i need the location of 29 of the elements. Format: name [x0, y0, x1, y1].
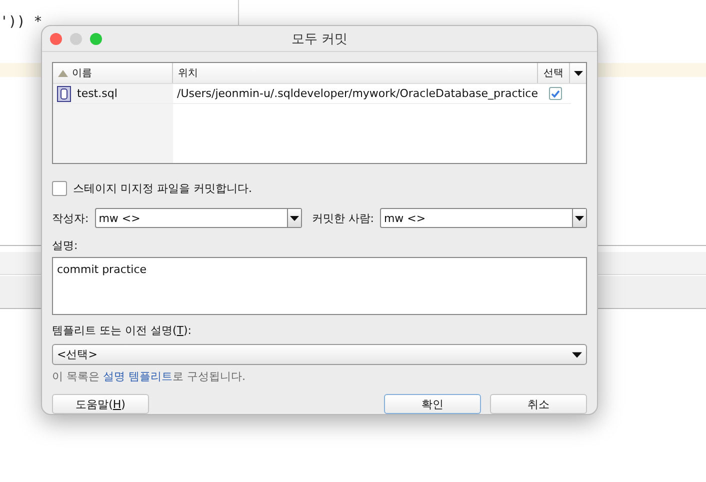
column-header[interactable]: 선택: [538, 63, 570, 83]
template-label: 템플리트 또는 이전 설명(T):: [52, 323, 193, 338]
caret-icon: [574, 70, 583, 76]
checkbox[interactable]: [52, 181, 67, 196]
zoom-button[interactable]: [90, 32, 102, 44]
cancel-button[interactable]: 취소: [490, 394, 587, 414]
column-header[interactable]: 위치: [172, 63, 538, 83]
close-button[interactable]: [50, 32, 62, 44]
database-file-icon: [57, 86, 71, 102]
template-link[interactable]: 설명 템플리트: [103, 370, 172, 383]
help-button[interactable]: 도움말(H): [52, 394, 149, 414]
ok-button[interactable]: 확인: [384, 394, 481, 414]
description-label: 설명:: [52, 238, 79, 253]
checkbox-label: 스테이지 미지정 파일을 커밋합니다.: [73, 181, 252, 196]
committer-dropdown[interactable]: mw <>: [380, 208, 588, 228]
table-cell: test.sql: [77, 87, 118, 100]
column-header[interactable]: 이름: [53, 63, 173, 83]
caret-icon: [572, 352, 582, 358]
author-label: 작성자:: [52, 210, 89, 226]
window-title: 모두 커밋: [291, 30, 348, 48]
description-field[interactable]: commit practice: [52, 257, 587, 315]
hint-text: 이 목록은 설명 템플리트로 구성됩니다.: [52, 369, 246, 384]
committer-label: 커밋한 사람:: [312, 210, 374, 226]
caret-icon: [290, 216, 299, 220]
code-text: ')) *: [0, 14, 42, 30]
template-dropdown[interactable]: <선택>: [52, 344, 587, 365]
author-dropdown[interactable]: mw <>: [94, 208, 302, 228]
checkbox[interactable]: [548, 87, 562, 100]
caret-icon: [575, 216, 584, 220]
